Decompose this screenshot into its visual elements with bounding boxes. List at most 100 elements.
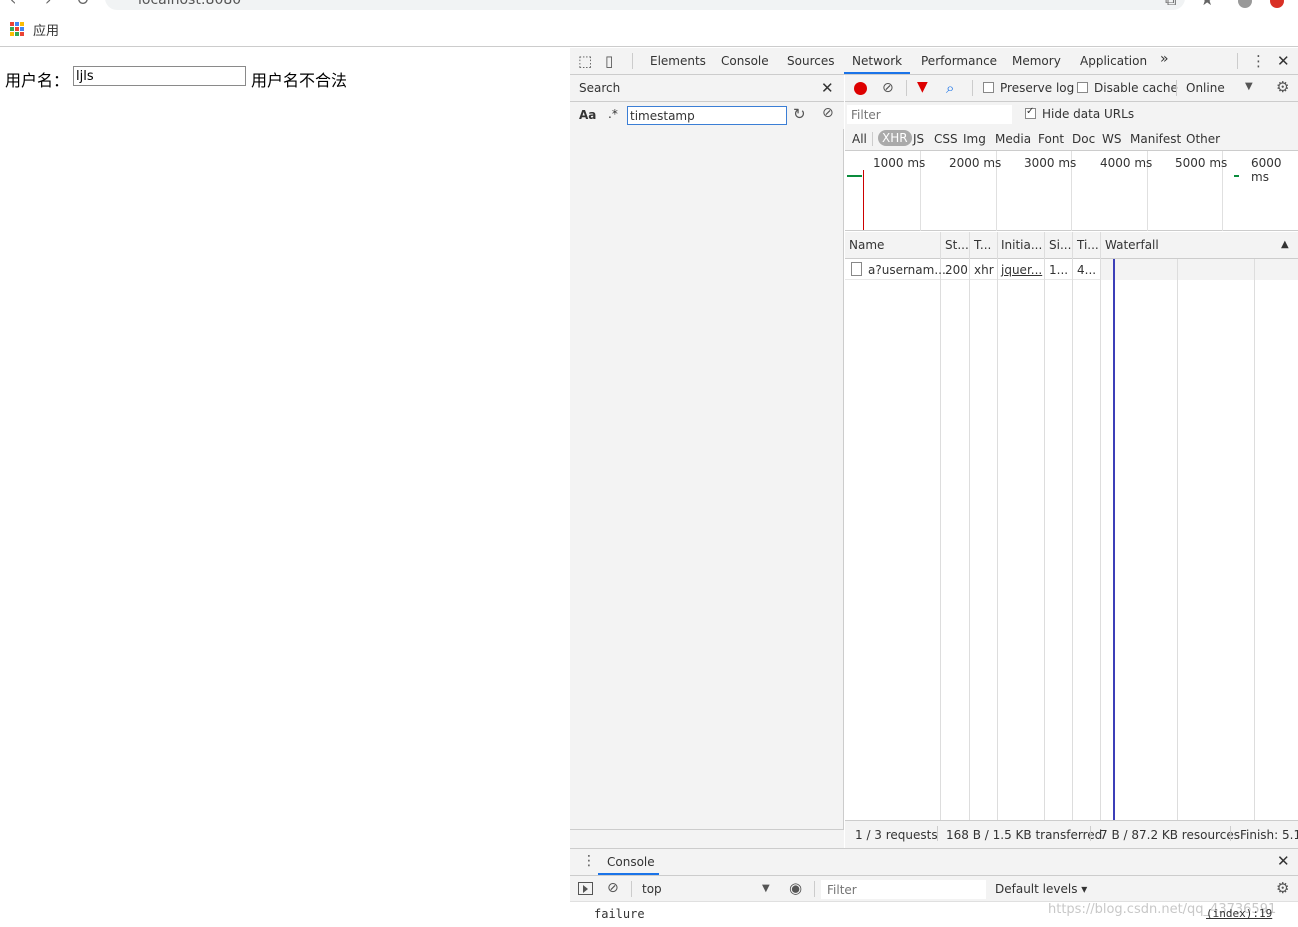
preserve-log-checkbox[interactable] [983, 82, 994, 93]
separator [972, 80, 973, 96]
console-source-link[interactable]: (index):19 [1206, 907, 1272, 920]
column-name[interactable]: Name [849, 238, 884, 252]
translate-icon[interactable]: ⧉ [1165, 0, 1176, 10]
hide-data-urls-checkbox[interactable] [1025, 106, 1036, 119]
search-close-icon[interactable]: ✕ [821, 79, 834, 97]
search-panel-title: Search [579, 81, 621, 95]
type-manifest[interactable]: Manifest [1130, 132, 1181, 146]
devtools-close-icon[interactable]: ✕ [1277, 52, 1290, 70]
refresh-icon[interactable]: ↻ [793, 105, 806, 123]
search-input[interactable] [627, 106, 787, 125]
search-status-bar [570, 829, 844, 849]
more-tabs-icon[interactable]: » [1160, 51, 1169, 67]
timeline-request-bar [847, 175, 862, 177]
reload-icon[interactable]: ↻ [76, 0, 89, 9]
drawer-tab-console[interactable]: Console [607, 855, 655, 869]
gear-icon[interactable]: ⚙ [1276, 879, 1289, 897]
search-panel [570, 75, 844, 849]
column-size[interactable]: Si... [1049, 238, 1071, 252]
gear-icon[interactable]: ⚙ [1276, 78, 1289, 96]
timeline-tick: 4000 ms [1100, 156, 1153, 170]
type-doc[interactable]: Doc [1072, 132, 1095, 146]
sort-ascending-icon[interactable]: ▲ [1281, 239, 1289, 250]
clear-icon[interactable]: ⊘ [882, 80, 894, 96]
timeline-tick: 2000 ms [949, 156, 1002, 170]
clear-console-icon[interactable]: ⊘ [607, 880, 619, 896]
column-divider [1100, 232, 1101, 820]
chevron-down-icon[interactable]: ▼ [1245, 81, 1253, 92]
apps-bookmark-label[interactable]: 应用 [33, 20, 59, 39]
device-toolbar-icon[interactable]: ▯ [605, 52, 613, 70]
timeline-request-bar [1234, 175, 1239, 177]
type-other[interactable]: Other [1186, 132, 1220, 146]
throttling-select[interactable]: Online [1186, 81, 1225, 95]
tab-application[interactable]: Application [1080, 54, 1147, 68]
tab-elements[interactable]: Elements [650, 54, 706, 68]
console-filter-input[interactable] [821, 880, 986, 899]
forward-icon[interactable]: › [45, 0, 51, 9]
separator [1090, 826, 1091, 841]
tab-console[interactable]: Console [721, 54, 769, 68]
search-icon[interactable]: ⌕ [946, 79, 954, 97]
filter-icon[interactable]: ▼ [917, 79, 928, 95]
address-bar[interactable] [105, 0, 1185, 10]
chevron-down-icon[interactable]: ▼ [762, 883, 770, 894]
status-finish: Finish: 5.19 [1240, 828, 1298, 842]
cell-name[interactable]: a?usernam... [868, 263, 946, 277]
column-divider [1044, 232, 1045, 820]
console-sidebar-icon[interactable] [578, 882, 593, 895]
column-type[interactable]: T... [974, 238, 991, 252]
type-js[interactable]: JS [913, 132, 924, 146]
status-resources: 7 B / 87.2 KB resources [1100, 828, 1240, 842]
drawer-menu-icon[interactable]: ⋮ [582, 853, 596, 869]
clear-search-icon[interactable]: ⊘ [822, 105, 834, 121]
cell-size: 1... [1049, 263, 1069, 277]
type-css[interactable]: CSS [934, 132, 958, 146]
live-expression-eye-icon[interactable]: ◉ [789, 879, 802, 897]
profile-avatar[interactable] [1238, 0, 1252, 8]
tab-memory[interactable]: Memory [1012, 54, 1061, 68]
waterfall-gridline [1177, 259, 1178, 820]
context-select[interactable]: top [642, 882, 662, 896]
waterfall-row-band [1100, 259, 1298, 280]
type-media[interactable]: Media [995, 132, 1031, 146]
column-status[interactable]: St... [945, 238, 969, 252]
match-case-toggle[interactable]: Aa [579, 108, 596, 122]
timeline-tick: 1000 ms [873, 156, 926, 170]
disable-cache-label: Disable cache [1094, 81, 1178, 95]
column-divider [969, 232, 970, 820]
timeline-tick: 6000 ms [1251, 156, 1282, 184]
tab-performance[interactable]: Performance [921, 54, 997, 68]
active-tab-indicator [844, 72, 910, 74]
inspect-element-icon[interactable]: ⬚ [578, 52, 592, 70]
timeline-tick: 3000 ms [1024, 156, 1077, 170]
apps-icon[interactable] [10, 22, 24, 36]
separator [872, 132, 873, 146]
regex-toggle[interactable]: .* [608, 107, 618, 121]
tab-network[interactable]: Network [852, 54, 902, 68]
column-initiator[interactable]: Initia... [1001, 238, 1042, 252]
disable-cache-checkbox[interactable] [1077, 82, 1088, 93]
username-input[interactable] [73, 66, 246, 86]
column-divider [940, 232, 941, 820]
error-badge-icon[interactable] [1270, 0, 1284, 8]
tab-sources[interactable]: Sources [787, 54, 834, 68]
log-levels-select[interactable]: Default levels ▾ [995, 882, 1087, 896]
drawer-close-icon[interactable]: ✕ [1277, 852, 1290, 870]
type-xhr[interactable]: XHR [878, 130, 912, 146]
devtools-menu-icon[interactable]: ⋮ [1251, 52, 1266, 70]
bookmark-star-icon[interactable]: ★ [1200, 0, 1214, 9]
preserve-log-label: Preserve log [1000, 81, 1075, 95]
bookmarks-bar [0, 10, 1298, 47]
type-all[interactable]: All [852, 132, 867, 146]
waterfall-dom-marker [1113, 259, 1115, 820]
back-icon[interactable]: ‹ [10, 0, 16, 9]
type-font[interactable]: Font [1038, 132, 1064, 146]
network-filter-input[interactable] [847, 105, 1012, 124]
record-button[interactable] [854, 82, 867, 95]
column-waterfall[interactable]: Waterfall [1105, 238, 1159, 252]
column-time[interactable]: Ti... [1077, 238, 1099, 252]
type-ws[interactable]: WS [1102, 132, 1121, 146]
cell-initiator-link[interactable]: jquer... [1001, 263, 1042, 277]
type-img[interactable]: Img [963, 132, 986, 146]
